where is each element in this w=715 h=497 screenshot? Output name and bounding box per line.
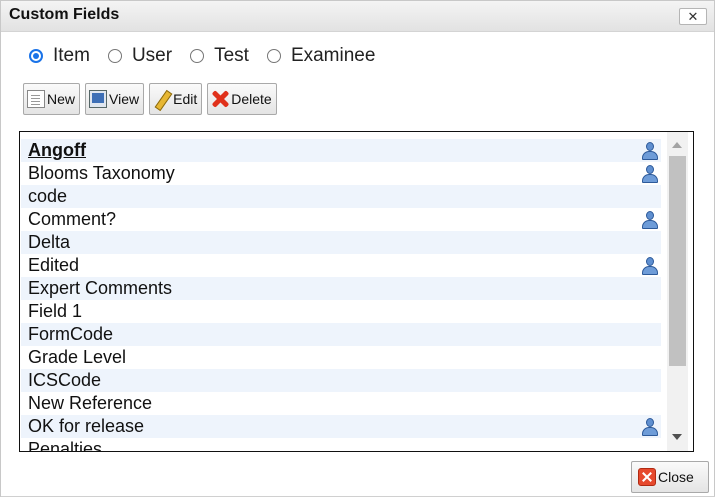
list-item[interactable]: Blooms Taxonomy: [21, 162, 661, 185]
toolbar: New View Edit Delete: [23, 83, 282, 115]
radio-test-circle[interactable]: [190, 49, 205, 63]
radio-item[interactable]: Item: [29, 45, 90, 67]
title-bar: Custom Fields ✕: [1, 1, 714, 32]
user-icon-body: [642, 151, 658, 160]
user-icon-body: [642, 174, 658, 183]
user-icon-head: [646, 211, 654, 220]
list-item[interactable]: OK for release: [21, 415, 661, 438]
radio-item-circle[interactable]: [29, 49, 43, 63]
user-icon-head: [646, 142, 654, 151]
user-icon-head: [646, 418, 654, 427]
list-rows: Angoff Blooms Taxonomy code Comment? Delta Ed…: [21, 139, 661, 452]
monitor-icon: [89, 90, 108, 108]
list-item-label: OK for release: [28, 416, 145, 436]
custom-fields-dialog: Custom Fields ✕ Item User Test Examinee …: [0, 0, 715, 497]
list-item-label: Grade Level: [28, 347, 127, 367]
radio-user-label: User: [131, 45, 173, 66]
list-item[interactable]: Delta: [21, 231, 661, 254]
view-button[interactable]: View: [85, 83, 145, 115]
list-item-label: Expert Comments: [28, 278, 173, 298]
list-item[interactable]: Expert Comments: [21, 277, 661, 300]
new-button-label: New: [47, 91, 76, 107]
custom-fields-list[interactable]: Angoff Blooms Taxonomy code Comment? Delta Ed…: [19, 131, 694, 452]
list-item-label: Field 1: [28, 301, 83, 321]
dialog-title: Custom Fields: [9, 6, 120, 23]
user-icon-head: [646, 257, 654, 266]
radio-examinee-circle[interactable]: [266, 49, 281, 63]
radio-item-label: Item: [53, 45, 90, 66]
list-item[interactable]: Grade Level: [21, 346, 661, 369]
list-item-label: code: [28, 186, 68, 206]
radio-test-label: Test: [214, 45, 249, 66]
user-icon: [641, 142, 659, 160]
delete-button-label: Delete: [231, 91, 272, 107]
list-item[interactable]: Penalties: [21, 438, 661, 452]
list-item[interactable]: New Reference: [21, 392, 661, 415]
view-button-label: View: [109, 91, 140, 107]
pencil-icon: [153, 90, 171, 108]
user-icon-body: [642, 220, 658, 229]
user-icon: [641, 211, 659, 229]
user-icon-head: [646, 165, 654, 174]
new-button[interactable]: New: [23, 83, 81, 115]
close-icon: [638, 468, 656, 486]
red-x-icon: [211, 90, 229, 108]
list-item-label: New Reference: [28, 393, 153, 413]
list-item[interactable]: Comment?: [21, 208, 661, 231]
list-item-label: Delta: [28, 232, 71, 252]
user-icon-body: [642, 266, 658, 275]
close-icon[interactable]: ✕: [679, 8, 707, 25]
list-item[interactable]: Angoff: [21, 139, 661, 162]
radio-test[interactable]: Test: [190, 45, 249, 67]
scrollbar-thumb[interactable]: [669, 156, 686, 366]
field-type-radio-group: Item User Test Examinee: [29, 44, 393, 68]
scroll-up-arrow-icon[interactable]: [672, 142, 682, 148]
list-item-label: Comment?: [28, 209, 117, 229]
list-item-label: Edited: [28, 255, 80, 275]
list-item[interactable]: Edited: [21, 254, 661, 277]
list-item[interactable]: FormCode: [21, 323, 661, 346]
user-icon: [641, 165, 659, 183]
radio-examinee-label: Examinee: [290, 45, 376, 66]
edit-button[interactable]: Edit: [149, 83, 203, 115]
new-document-icon: [27, 90, 45, 108]
radio-examinee[interactable]: Examinee: [266, 45, 376, 67]
user-icon: [641, 257, 659, 275]
list-item[interactable]: code: [21, 185, 661, 208]
list-item-label: Blooms Taxonomy: [28, 163, 175, 183]
vertical-scrollbar[interactable]: [667, 132, 688, 451]
close-button-label: Close: [658, 469, 694, 485]
list-item[interactable]: Field 1: [21, 300, 661, 323]
radio-user-circle[interactable]: [107, 49, 122, 63]
delete-button[interactable]: Delete: [207, 83, 277, 115]
scroll-down-arrow-icon[interactable]: [672, 434, 682, 440]
radio-user[interactable]: User: [107, 45, 173, 67]
user-icon: [641, 418, 659, 436]
list-item-label: Penalties: [28, 439, 103, 452]
list-item-label: ICSCode: [28, 370, 102, 390]
close-button[interactable]: Close: [631, 461, 709, 493]
user-icon-body: [642, 427, 658, 436]
list-item[interactable]: ICSCode: [21, 369, 661, 392]
list-item-label: Angoff: [28, 140, 86, 160]
edit-button-label: Edit: [173, 91, 198, 107]
list-item-label: FormCode: [28, 324, 114, 344]
